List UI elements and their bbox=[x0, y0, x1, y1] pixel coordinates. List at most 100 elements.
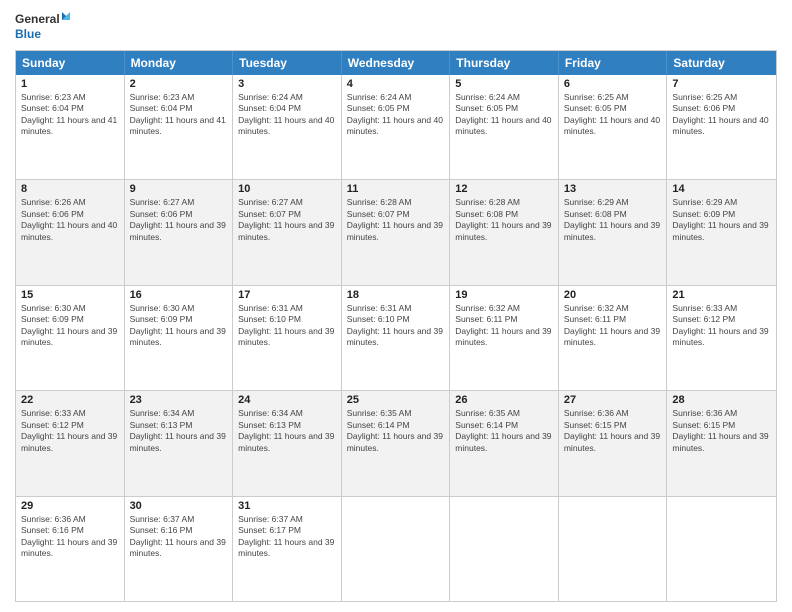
day-number: 15 bbox=[21, 289, 119, 301]
day-cell-29: 29 Sunrise: 6:36 AM Sunset: 6:16 PM Dayl… bbox=[16, 497, 125, 601]
day-info: Sunrise: 6:29 AM Sunset: 6:09 PM Dayligh… bbox=[672, 197, 771, 243]
day-cell-5: 5 Sunrise: 6:24 AM Sunset: 6:05 PM Dayli… bbox=[450, 75, 559, 179]
header-day-sunday: Sunday bbox=[16, 51, 125, 75]
day-cell-15: 15 Sunrise: 6:30 AM Sunset: 6:09 PM Dayl… bbox=[16, 286, 125, 390]
day-number: 29 bbox=[21, 500, 119, 512]
day-number: 10 bbox=[238, 183, 336, 195]
day-number: 13 bbox=[564, 183, 662, 195]
day-number: 9 bbox=[130, 183, 228, 195]
day-info: Sunrise: 6:33 AM Sunset: 6:12 PM Dayligh… bbox=[21, 408, 119, 454]
day-number: 19 bbox=[455, 289, 553, 301]
day-info: Sunrise: 6:28 AM Sunset: 6:08 PM Dayligh… bbox=[455, 197, 553, 243]
empty-cell bbox=[667, 497, 776, 601]
day-info: Sunrise: 6:25 AM Sunset: 6:05 PM Dayligh… bbox=[564, 92, 662, 138]
header: General Blue bbox=[15, 10, 777, 42]
calendar-row-1: 1 Sunrise: 6:23 AM Sunset: 6:04 PM Dayli… bbox=[16, 75, 776, 179]
day-info: Sunrise: 6:34 AM Sunset: 6:13 PM Dayligh… bbox=[238, 408, 336, 454]
day-number: 18 bbox=[347, 289, 445, 301]
day-info: Sunrise: 6:27 AM Sunset: 6:06 PM Dayligh… bbox=[130, 197, 228, 243]
day-info: Sunrise: 6:33 AM Sunset: 6:12 PM Dayligh… bbox=[672, 303, 771, 349]
day-info: Sunrise: 6:24 AM Sunset: 6:05 PM Dayligh… bbox=[347, 92, 445, 138]
day-info: Sunrise: 6:32 AM Sunset: 6:11 PM Dayligh… bbox=[455, 303, 553, 349]
day-cell-11: 11 Sunrise: 6:28 AM Sunset: 6:07 PM Dayl… bbox=[342, 180, 451, 284]
calendar-row-3: 15 Sunrise: 6:30 AM Sunset: 6:09 PM Dayl… bbox=[16, 285, 776, 390]
day-number: 5 bbox=[455, 78, 553, 90]
day-cell-23: 23 Sunrise: 6:34 AM Sunset: 6:13 PM Dayl… bbox=[125, 391, 234, 495]
calendar-row-5: 29 Sunrise: 6:36 AM Sunset: 6:16 PM Dayl… bbox=[16, 496, 776, 601]
day-cell-22: 22 Sunrise: 6:33 AM Sunset: 6:12 PM Dayl… bbox=[16, 391, 125, 495]
logo: General Blue bbox=[15, 10, 70, 42]
day-number: 1 bbox=[21, 78, 119, 90]
day-number: 17 bbox=[238, 289, 336, 301]
header-day-monday: Monday bbox=[125, 51, 234, 75]
day-cell-7: 7 Sunrise: 6:25 AM Sunset: 6:06 PM Dayli… bbox=[667, 75, 776, 179]
day-info: Sunrise: 6:32 AM Sunset: 6:11 PM Dayligh… bbox=[564, 303, 662, 349]
day-cell-31: 31 Sunrise: 6:37 AM Sunset: 6:17 PM Dayl… bbox=[233, 497, 342, 601]
day-info: Sunrise: 6:37 AM Sunset: 6:17 PM Dayligh… bbox=[238, 514, 336, 560]
header-day-thursday: Thursday bbox=[450, 51, 559, 75]
day-info: Sunrise: 6:30 AM Sunset: 6:09 PM Dayligh… bbox=[130, 303, 228, 349]
day-cell-21: 21 Sunrise: 6:33 AM Sunset: 6:12 PM Dayl… bbox=[667, 286, 776, 390]
header-day-tuesday: Tuesday bbox=[233, 51, 342, 75]
header-day-saturday: Saturday bbox=[667, 51, 776, 75]
day-info: Sunrise: 6:28 AM Sunset: 6:07 PM Dayligh… bbox=[347, 197, 445, 243]
day-info: Sunrise: 6:31 AM Sunset: 6:10 PM Dayligh… bbox=[238, 303, 336, 349]
page: General Blue SundayMondayTuesdayWednesda… bbox=[0, 0, 792, 612]
day-number: 12 bbox=[455, 183, 553, 195]
empty-cell bbox=[559, 497, 668, 601]
day-info: Sunrise: 6:30 AM Sunset: 6:09 PM Dayligh… bbox=[21, 303, 119, 349]
day-cell-30: 30 Sunrise: 6:37 AM Sunset: 6:16 PM Dayl… bbox=[125, 497, 234, 601]
day-cell-26: 26 Sunrise: 6:35 AM Sunset: 6:14 PM Dayl… bbox=[450, 391, 559, 495]
day-info: Sunrise: 6:35 AM Sunset: 6:14 PM Dayligh… bbox=[347, 408, 445, 454]
day-cell-20: 20 Sunrise: 6:32 AM Sunset: 6:11 PM Dayl… bbox=[559, 286, 668, 390]
day-info: Sunrise: 6:36 AM Sunset: 6:15 PM Dayligh… bbox=[672, 408, 771, 454]
day-cell-19: 19 Sunrise: 6:32 AM Sunset: 6:11 PM Dayl… bbox=[450, 286, 559, 390]
day-cell-10: 10 Sunrise: 6:27 AM Sunset: 6:07 PM Dayl… bbox=[233, 180, 342, 284]
day-number: 11 bbox=[347, 183, 445, 195]
day-number: 14 bbox=[672, 183, 771, 195]
day-number: 4 bbox=[347, 78, 445, 90]
day-number: 30 bbox=[130, 500, 228, 512]
day-cell-1: 1 Sunrise: 6:23 AM Sunset: 6:04 PM Dayli… bbox=[16, 75, 125, 179]
day-number: 22 bbox=[21, 394, 119, 406]
svg-text:General: General bbox=[15, 12, 60, 26]
day-number: 8 bbox=[21, 183, 119, 195]
day-info: Sunrise: 6:24 AM Sunset: 6:05 PM Dayligh… bbox=[455, 92, 553, 138]
day-info: Sunrise: 6:31 AM Sunset: 6:10 PM Dayligh… bbox=[347, 303, 445, 349]
day-cell-25: 25 Sunrise: 6:35 AM Sunset: 6:14 PM Dayl… bbox=[342, 391, 451, 495]
day-cell-16: 16 Sunrise: 6:30 AM Sunset: 6:09 PM Dayl… bbox=[125, 286, 234, 390]
day-info: Sunrise: 6:35 AM Sunset: 6:14 PM Dayligh… bbox=[455, 408, 553, 454]
day-info: Sunrise: 6:25 AM Sunset: 6:06 PM Dayligh… bbox=[672, 92, 771, 138]
day-number: 25 bbox=[347, 394, 445, 406]
day-number: 6 bbox=[564, 78, 662, 90]
day-number: 7 bbox=[672, 78, 771, 90]
day-info: Sunrise: 6:37 AM Sunset: 6:16 PM Dayligh… bbox=[130, 514, 228, 560]
day-cell-27: 27 Sunrise: 6:36 AM Sunset: 6:15 PM Dayl… bbox=[559, 391, 668, 495]
day-number: 21 bbox=[672, 289, 771, 301]
day-cell-2: 2 Sunrise: 6:23 AM Sunset: 6:04 PM Dayli… bbox=[125, 75, 234, 179]
svg-text:Blue: Blue bbox=[15, 27, 41, 41]
day-cell-8: 8 Sunrise: 6:26 AM Sunset: 6:06 PM Dayli… bbox=[16, 180, 125, 284]
day-number: 24 bbox=[238, 394, 336, 406]
day-info: Sunrise: 6:36 AM Sunset: 6:16 PM Dayligh… bbox=[21, 514, 119, 560]
day-cell-18: 18 Sunrise: 6:31 AM Sunset: 6:10 PM Dayl… bbox=[342, 286, 451, 390]
day-cell-12: 12 Sunrise: 6:28 AM Sunset: 6:08 PM Dayl… bbox=[450, 180, 559, 284]
calendar-header: SundayMondayTuesdayWednesdayThursdayFrid… bbox=[16, 51, 776, 75]
day-info: Sunrise: 6:34 AM Sunset: 6:13 PM Dayligh… bbox=[130, 408, 228, 454]
calendar-row-4: 22 Sunrise: 6:33 AM Sunset: 6:12 PM Dayl… bbox=[16, 390, 776, 495]
calendar: SundayMondayTuesdayWednesdayThursdayFrid… bbox=[15, 50, 777, 602]
empty-cell bbox=[342, 497, 451, 601]
day-number: 31 bbox=[238, 500, 336, 512]
day-number: 23 bbox=[130, 394, 228, 406]
day-cell-3: 3 Sunrise: 6:24 AM Sunset: 6:04 PM Dayli… bbox=[233, 75, 342, 179]
empty-cell bbox=[450, 497, 559, 601]
day-number: 3 bbox=[238, 78, 336, 90]
day-info: Sunrise: 6:23 AM Sunset: 6:04 PM Dayligh… bbox=[130, 92, 228, 138]
day-number: 27 bbox=[564, 394, 662, 406]
day-info: Sunrise: 6:24 AM Sunset: 6:04 PM Dayligh… bbox=[238, 92, 336, 138]
day-info: Sunrise: 6:26 AM Sunset: 6:06 PM Dayligh… bbox=[21, 197, 119, 243]
day-cell-17: 17 Sunrise: 6:31 AM Sunset: 6:10 PM Dayl… bbox=[233, 286, 342, 390]
day-number: 16 bbox=[130, 289, 228, 301]
day-cell-9: 9 Sunrise: 6:27 AM Sunset: 6:06 PM Dayli… bbox=[125, 180, 234, 284]
day-number: 20 bbox=[564, 289, 662, 301]
